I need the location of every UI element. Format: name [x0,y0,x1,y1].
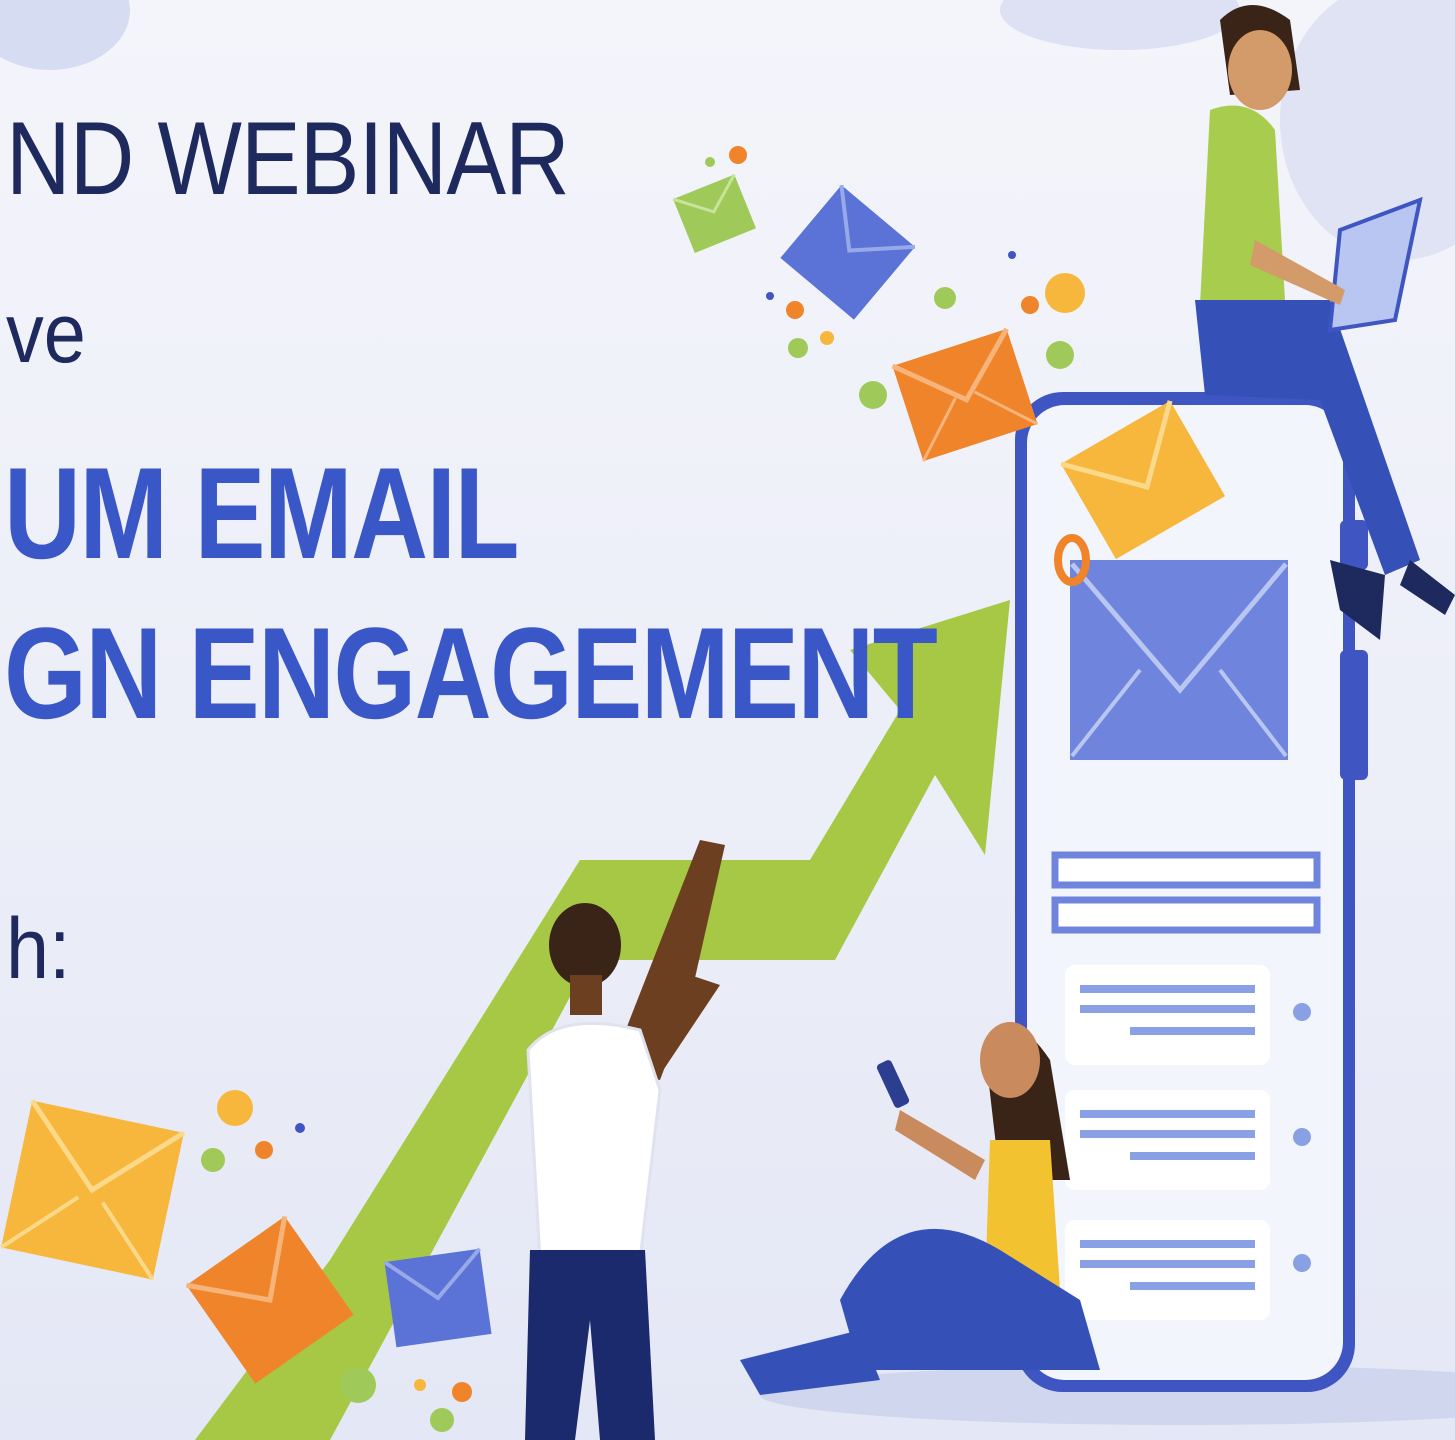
headline-line-1: UM EMAIL [4,440,520,586]
email-envelope-icon [383,1247,492,1348]
presenter-label: h: [6,901,71,997]
email-envelope-icon [672,173,757,253]
headline-line-2: GN ENGAGEMENT [4,600,938,746]
webinar-title: ND WEBINAR [6,101,570,217]
subtitle-fragment: ve [6,286,86,380]
email-envelope-icon [780,184,916,320]
email-envelope-icon [0,1099,186,1281]
webinar-banner: ND WEBINAR ve UM EMAIL GN ENGAGEMENT h: [0,0,1455,1440]
woman-sitting-figure [740,1022,1100,1395]
background-blob [1000,0,1240,50]
smartphone-icon [1015,392,1368,1392]
background-blob [0,0,130,70]
